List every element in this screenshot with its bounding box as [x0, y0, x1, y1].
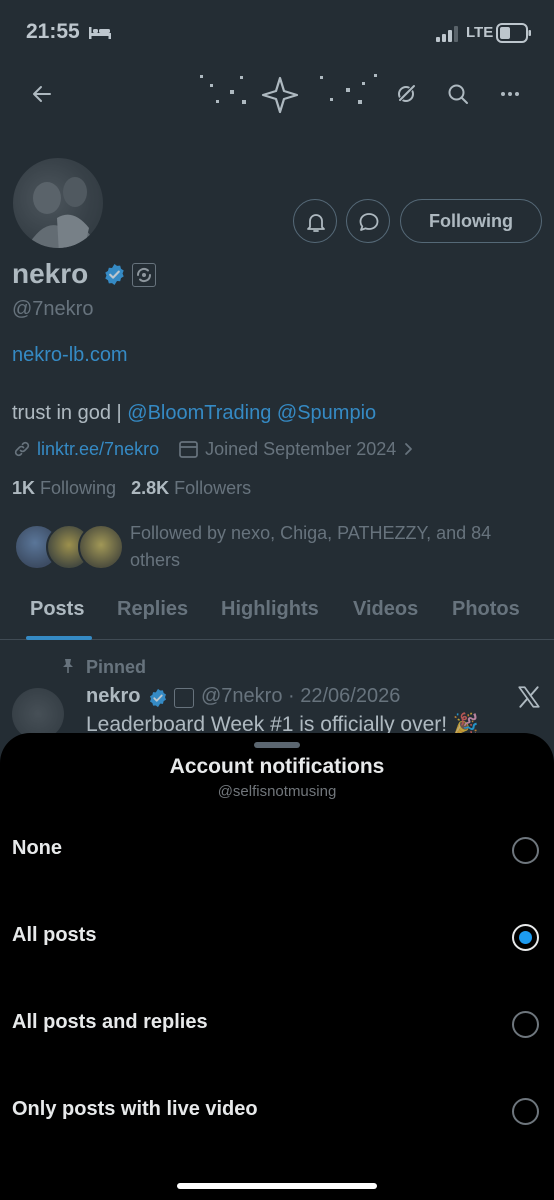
option-none[interactable]: None: [0, 815, 554, 885]
option-label: All posts: [12, 924, 97, 946]
option-label: None: [12, 837, 62, 859]
account-notifications-sheet: Account notifications @selfisnotmusing N…: [0, 733, 554, 1200]
option-all-posts[interactable]: All posts: [0, 902, 554, 972]
radio-button[interactable]: [512, 1098, 539, 1125]
option-label: Only posts with live video: [12, 1098, 258, 1120]
option-live-video[interactable]: Only posts with live video: [0, 1076, 554, 1146]
option-all-posts-and-replies[interactable]: All posts and replies: [0, 989, 554, 1059]
radio-button[interactable]: [512, 837, 539, 864]
radio-button[interactable]: [512, 1011, 539, 1038]
radio-button-selected[interactable]: [512, 924, 539, 951]
sheet-grabber[interactable]: [254, 742, 300, 748]
sheet-title: Account notifications: [169, 755, 385, 778]
sheet-subtitle: @selfisnotmusing: [217, 783, 337, 800]
home-indicator[interactable]: [177, 1183, 377, 1189]
option-label: All posts and replies: [12, 1011, 208, 1033]
